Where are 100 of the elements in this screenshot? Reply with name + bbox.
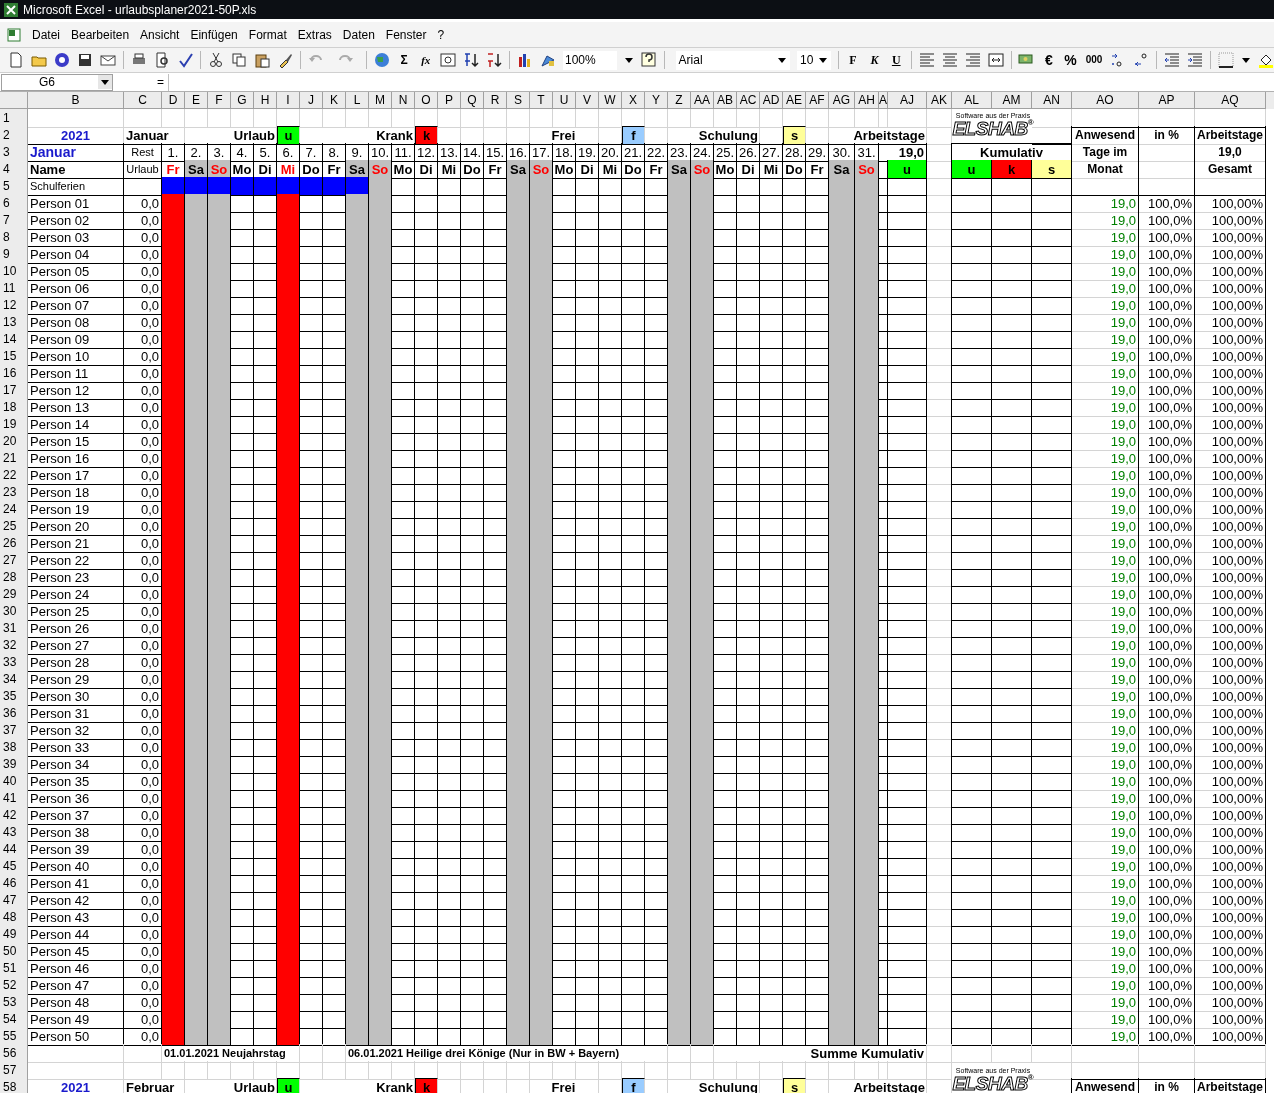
- total-percent: 100,00%: [1195, 721, 1266, 740]
- currency-sheet-icon[interactable]: [440, 52, 457, 68]
- workbook-icon[interactable]: [6, 26, 22, 43]
- column-header[interactable]: T: [530, 92, 553, 109]
- column-header[interactable]: L: [346, 92, 369, 109]
- menu-item[interactable]: Daten: [341, 25, 376, 44]
- sort-descending-icon[interactable]: [486, 52, 503, 68]
- column-header[interactable]: I: [277, 92, 300, 109]
- column-header[interactable]: S: [507, 92, 530, 109]
- column-header[interactable]: AA: [691, 92, 714, 109]
- column-header[interactable]: F: [208, 92, 231, 109]
- total-percent: 100,00%: [1195, 279, 1266, 298]
- cut-icon[interactable]: [207, 52, 224, 68]
- outdent-icon[interactable]: [1164, 52, 1181, 68]
- column-header[interactable]: Z: [668, 92, 691, 109]
- column-header[interactable]: C: [124, 92, 162, 109]
- column-header[interactable]: B: [28, 92, 124, 109]
- column-header[interactable]: AL: [952, 92, 992, 109]
- copy-icon[interactable]: [230, 52, 247, 68]
- column-header[interactable]: AK: [927, 92, 952, 109]
- sum-button[interactable]: Σ: [396, 54, 412, 66]
- column-header[interactable]: AH: [855, 92, 879, 109]
- column-header[interactable]: Q: [461, 92, 484, 109]
- mail-icon[interactable]: [100, 52, 116, 68]
- column-header[interactable]: AJ: [888, 92, 927, 109]
- column-header[interactable]: AN: [1032, 92, 1072, 109]
- column-header[interactable]: Y: [645, 92, 668, 109]
- print-preview-icon[interactable]: [153, 52, 170, 68]
- function-button[interactable]: fx: [418, 54, 434, 66]
- menu-item[interactable]: Format: [247, 25, 288, 44]
- save-icon[interactable]: [77, 52, 93, 68]
- column-header[interactable]: AG: [829, 92, 855, 109]
- help-icon[interactable]: [640, 52, 657, 68]
- percent-value: 100,0%: [1139, 517, 1195, 536]
- font-size-field[interactable]: 10: [797, 50, 831, 70]
- day-number: 19.: [576, 143, 599, 162]
- column-header[interactable]: AO: [1072, 92, 1139, 109]
- dropdown-arrow-icon[interactable]: [777, 55, 787, 65]
- column-header[interactable]: AD: [760, 92, 783, 109]
- column-header[interactable]: X: [622, 92, 645, 109]
- column-header[interactable]: U: [553, 92, 576, 109]
- column-header[interactable]: V: [576, 92, 599, 109]
- day-number: 28.: [783, 143, 806, 162]
- column-header[interactable]: D: [162, 92, 185, 109]
- bar-chart-icon[interactable]: [517, 52, 533, 68]
- column-header[interactable]: M: [369, 92, 392, 109]
- column-header[interactable]: AP: [1139, 92, 1195, 109]
- align-center-icon[interactable]: [941, 52, 958, 68]
- zoom-field[interactable]: 100%: [563, 50, 617, 70]
- column-header[interactable]: J: [300, 92, 323, 109]
- column-header[interactable]: AB: [714, 92, 737, 109]
- menu-item[interactable]: ?: [436, 25, 446, 44]
- circle-icon[interactable]: [54, 52, 70, 68]
- font-field[interactable]: Arial: [675, 50, 790, 70]
- spellcheck-icon[interactable]: [176, 52, 193, 68]
- column-header[interactable]: E: [185, 92, 208, 109]
- menu-item[interactable]: Fenster: [384, 25, 428, 44]
- fill-color-icon[interactable]: [1258, 52, 1274, 68]
- column-header[interactable]: K: [323, 92, 346, 109]
- column-header[interactable]: A: [879, 92, 888, 109]
- bold-button[interactable]: F: [845, 54, 861, 66]
- column-header[interactable]: AF: [806, 92, 829, 109]
- underline-button[interactable]: U: [888, 54, 904, 66]
- globe-icon[interactable]: [373, 52, 390, 68]
- dropdown-arrow-icon[interactable]: [1241, 55, 1252, 65]
- indent-icon[interactable]: [1187, 52, 1204, 68]
- decrease-decimal-icon[interactable]: [1133, 52, 1150, 68]
- column-header[interactable]: G: [231, 92, 254, 109]
- menu-item[interactable]: Extras: [296, 25, 333, 44]
- dropdown-arrow-icon[interactable]: [817, 55, 828, 65]
- column-header[interactable]: AE: [783, 92, 806, 109]
- sort-ascending-icon[interactable]: [463, 52, 480, 68]
- euro-button[interactable]: €: [1041, 53, 1057, 67]
- menu-item[interactable]: Datei: [31, 25, 61, 44]
- column-header[interactable]: P: [438, 92, 461, 109]
- paste-icon[interactable]: [253, 52, 270, 68]
- column-header[interactable]: AQ: [1195, 92, 1266, 109]
- percent-button[interactable]: %: [1063, 53, 1078, 67]
- thousands-button[interactable]: 000: [1084, 55, 1104, 65]
- menu-item[interactable]: Einfügen: [189, 25, 239, 44]
- column-header[interactable]: W: [599, 92, 622, 109]
- column-header[interactable]: R: [484, 92, 507, 109]
- column-header[interactable]: H: [254, 92, 277, 109]
- dropdown-arrow-icon[interactable]: [623, 55, 634, 65]
- italic-button[interactable]: K: [867, 54, 882, 66]
- column-header[interactable]: AM: [992, 92, 1032, 109]
- menu-item[interactable]: Ansicht: [139, 25, 181, 44]
- align-right-icon[interactable]: [964, 52, 981, 68]
- name-box[interactable]: G6: [1, 73, 113, 91]
- menu-item[interactable]: Bearbeiten: [70, 25, 131, 44]
- present-days: 19,0: [1072, 415, 1139, 434]
- borders-icon[interactable]: [1218, 52, 1235, 68]
- new-document-icon[interactable]: [8, 52, 24, 68]
- percent-value: 100,0%: [1139, 993, 1195, 1012]
- column-header[interactable]: AC: [737, 92, 760, 109]
- align-left-icon[interactable]: [918, 52, 935, 68]
- row-header[interactable]: 58: [0, 1078, 28, 1093]
- merge-center-icon[interactable]: [987, 52, 1004, 68]
- column-header[interactable]: N: [392, 92, 415, 109]
- column-header[interactable]: O: [415, 92, 438, 109]
